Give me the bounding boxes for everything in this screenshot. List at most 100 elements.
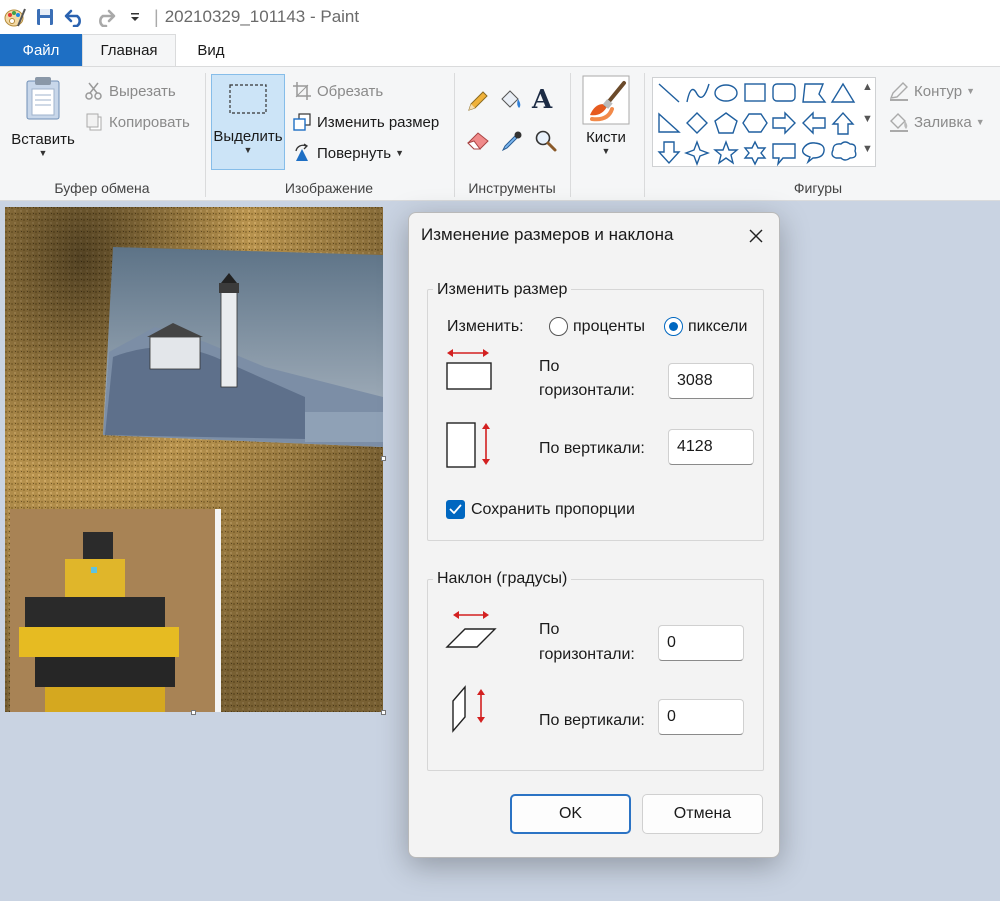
- tab-view[interactable]: Вид: [182, 34, 240, 66]
- by-label: Изменить:: [447, 318, 524, 335]
- dialog-title: Изменение размеров и наклона: [421, 225, 674, 244]
- rectangle-shape-icon[interactable]: [744, 83, 766, 102]
- group-divider: [205, 73, 206, 197]
- left-arrow-shape-icon[interactable]: [802, 111, 826, 135]
- tab-home[interactable]: Главная: [82, 34, 176, 66]
- skew-horizontal-label-2: горизонтали:: [539, 646, 635, 663]
- tab-file[interactable]: Файл: [0, 34, 82, 66]
- outline-pencil-icon: [889, 82, 908, 101]
- resize-icon: [293, 113, 311, 131]
- percent-label[interactable]: проценты: [573, 315, 645, 339]
- rotate-icon: [295, 143, 309, 161]
- down-arrow-shape-icon[interactable]: [657, 141, 681, 165]
- quick-access-toolbar: [0, 0, 150, 34]
- copy-icon: [86, 113, 102, 131]
- skew-vertical-input[interactable]: 0: [658, 699, 744, 735]
- select-rectangle-icon: [229, 84, 267, 114]
- resize-skew-dialog: Изменение размеров и наклона Изменить ра…: [408, 212, 780, 858]
- skew-horizontal-input[interactable]: 0: [658, 625, 744, 661]
- select-label: Выделить: [213, 128, 283, 145]
- resize-vertical-icon: [446, 422, 490, 468]
- polygon-shape-icon[interactable]: [802, 83, 827, 103]
- fill-button[interactable]: Заливка ▼: [888, 112, 985, 132]
- text-tool[interactable]: A: [532, 85, 552, 115]
- eraser-tool[interactable]: [466, 129, 492, 151]
- crop-button[interactable]: Обрезать: [292, 81, 383, 101]
- paint-app-icon[interactable]: [0, 2, 30, 32]
- paint-bucket-icon: [501, 90, 521, 108]
- pencil-icon: [468, 91, 488, 111]
- resize-button[interactable]: Изменить размер: [292, 112, 439, 132]
- text-a-icon: A: [532, 85, 553, 115]
- crop-label: Обрезать: [317, 82, 384, 100]
- close-button[interactable]: [743, 223, 769, 249]
- resize-horizontal-icon: [446, 349, 492, 390]
- five-point-star-shape-icon[interactable]: [713, 140, 739, 165]
- title-bar: | 20210329_101143 - Paint: [0, 0, 1000, 34]
- paste-button[interactable]: Вставить ▼: [10, 75, 76, 158]
- up-arrow-shape-icon[interactable]: [831, 111, 855, 135]
- customize-toolbar-icon[interactable]: [120, 2, 150, 32]
- cut-label: Вырезать: [109, 82, 176, 100]
- right-triangle-shape-icon[interactable]: [658, 112, 681, 133]
- shapes-gallery[interactable]: [652, 77, 876, 167]
- pencil-tool[interactable]: [466, 89, 490, 113]
- diamond-shape-icon[interactable]: [686, 112, 708, 134]
- shapes-scroll-down-icon[interactable]: ▼: [862, 113, 873, 125]
- ribbon-tabs: Файл Главная Вид: [0, 34, 1000, 66]
- color-picker-tool[interactable]: [500, 129, 524, 153]
- magnifier-tool[interactable]: [534, 129, 558, 153]
- keep-ratio-label[interactable]: Сохранить пропорции: [471, 498, 635, 522]
- copy-button[interactable]: Копировать: [84, 112, 190, 132]
- resize-horizontal-label-1: По: [539, 358, 560, 375]
- canvas-resize-handle-bottom[interactable]: [191, 710, 196, 715]
- four-point-star-shape-icon[interactable]: [684, 140, 710, 166]
- pentagon-shape-icon[interactable]: [714, 112, 738, 134]
- save-icon[interactable]: [30, 2, 60, 32]
- cloud-callout-shape-icon[interactable]: [831, 141, 857, 161]
- paste-label: Вставить: [11, 131, 75, 148]
- cut-button[interactable]: Вырезать: [84, 81, 176, 101]
- keep-ratio-checkbox[interactable]: [446, 500, 465, 519]
- redo-icon[interactable]: [90, 2, 120, 32]
- ok-button[interactable]: OK: [510, 794, 631, 834]
- select-button[interactable]: Выделить ▼: [211, 81, 285, 155]
- hexagon-shape-icon[interactable]: [742, 113, 768, 133]
- pixels-radio[interactable]: [664, 317, 683, 336]
- outline-button[interactable]: Контур ▼: [888, 81, 975, 101]
- oval-callout-shape-icon[interactable]: [801, 142, 825, 165]
- percent-radio[interactable]: [549, 317, 568, 336]
- shapes-more-icon[interactable]: ▼: [862, 143, 873, 155]
- fill-tool[interactable]: [498, 89, 524, 113]
- clipboard-icon: [26, 77, 60, 120]
- triangle-shape-icon[interactable]: [830, 82, 856, 103]
- resize-height-input[interactable]: 4128: [668, 429, 754, 465]
- eyedropper-icon: [501, 131, 522, 152]
- copy-label: Копировать: [109, 113, 190, 131]
- resize-width-input[interactable]: 3088: [668, 363, 754, 399]
- canvas-resize-handle-right[interactable]: [381, 456, 386, 461]
- paste-dropdown-icon: ▼: [38, 148, 48, 158]
- line-shape-icon[interactable]: [658, 83, 680, 103]
- undo-icon[interactable]: [60, 2, 90, 32]
- close-icon: [749, 229, 763, 243]
- canvas-image[interactable]: [5, 207, 383, 712]
- right-arrow-shape-icon[interactable]: [772, 111, 796, 135]
- brushes-button[interactable]: Кисти ▼: [578, 75, 634, 156]
- canvas-resize-handle-corner[interactable]: [381, 710, 386, 715]
- rectangular-callout-shape-icon[interactable]: [772, 143, 796, 167]
- skew-vertical-label: По вертикали:: [539, 712, 645, 729]
- six-point-star-shape-icon[interactable]: [743, 140, 767, 166]
- shapes-scroll-up-icon[interactable]: ▲: [862, 81, 873, 93]
- scissors-icon: [85, 82, 102, 100]
- pixels-label[interactable]: пиксели: [688, 315, 747, 339]
- skew-horizontal-label-1: По: [539, 621, 560, 638]
- tools-group-label: Инструменты: [468, 180, 556, 196]
- clipboard-group-label: Буфер обмена: [54, 180, 150, 196]
- skew-vertical-icon: [452, 685, 485, 733]
- rounded-rectangle-shape-icon[interactable]: [772, 83, 796, 102]
- cancel-button[interactable]: Отмена: [642, 794, 763, 834]
- oval-shape-icon[interactable]: [714, 84, 738, 102]
- curve-shape-icon[interactable]: [686, 83, 710, 103]
- rotate-button[interactable]: Повернуть ▼: [292, 143, 404, 163]
